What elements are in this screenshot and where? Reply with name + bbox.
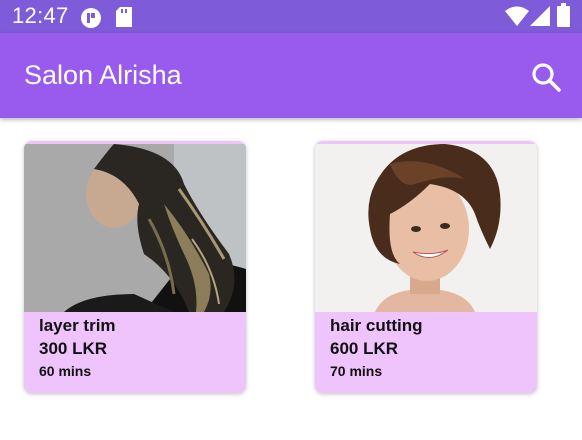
app-notification-icon: [81, 8, 101, 28]
sd-card-icon: [116, 7, 132, 27]
service-price: 600 LKR: [330, 339, 399, 358]
signal-icon: [530, 6, 550, 26]
app-title: Salon Alrisha: [24, 60, 182, 90]
status-bar: 12:47: [0, 0, 582, 33]
service-card-hair-cutting[interactable]: hair cutting 600 LKR 70 mins: [315, 141, 537, 393]
service-name: hair cutting: [330, 316, 423, 335]
search-icon: [532, 63, 561, 92]
battery-icon: [557, 3, 570, 27]
service-duration: 60 mins: [39, 363, 92, 379]
long-layered-hair-photo: [24, 144, 246, 312]
app-bar: Salon Alrisha: [0, 33, 582, 118]
wifi-icon: [505, 6, 529, 26]
short-bob-hair-photo: [315, 144, 537, 312]
status-time: 12:47: [12, 3, 69, 28]
service-name: layer trim: [39, 316, 116, 335]
service-price: 300 LKR: [39, 339, 108, 358]
service-card-layer-trim[interactable]: layer trim 300 LKR 60 mins: [24, 141, 246, 393]
search-button[interactable]: [528, 59, 564, 95]
service-duration: 70 mins: [330, 363, 383, 379]
